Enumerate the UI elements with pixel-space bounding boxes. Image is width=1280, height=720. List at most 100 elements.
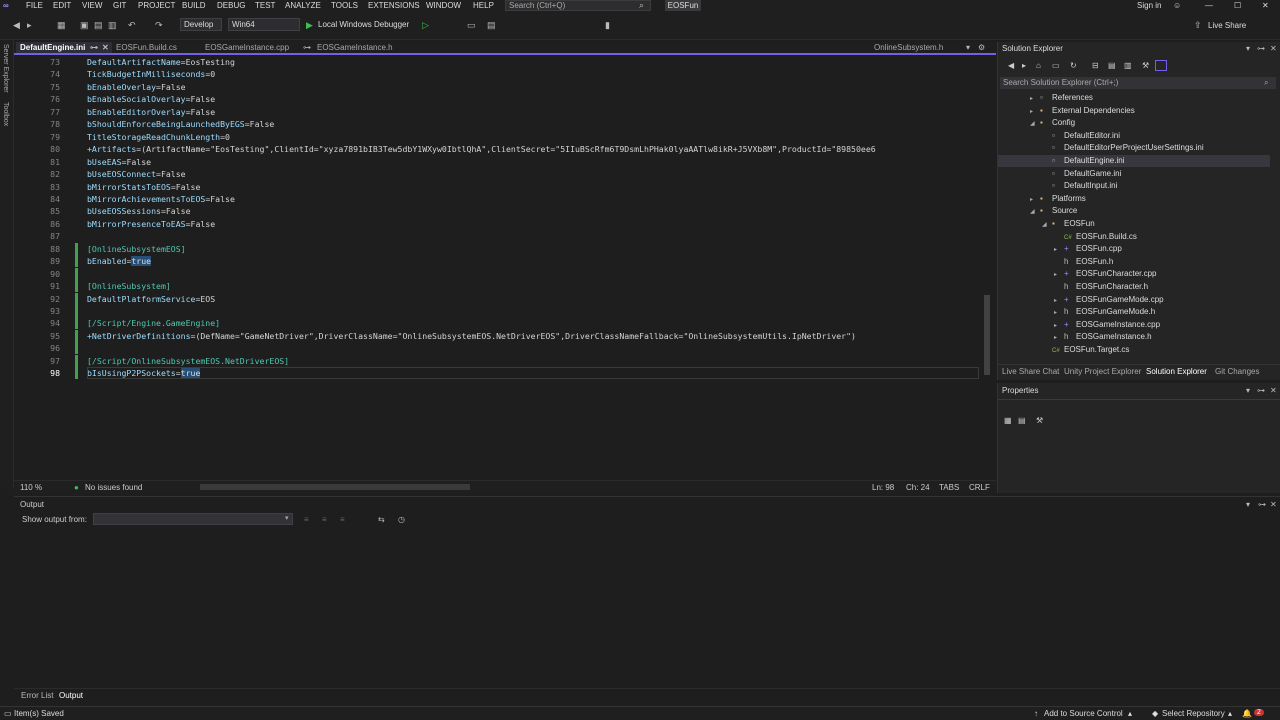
tab-live-share-chat[interactable]: Live Share Chat [1002,367,1059,376]
tree-expander-icon[interactable]: ▸ [1054,332,1064,344]
tree-node[interactable]: ▸ + EOSFun.cpp [998,243,1270,255]
pin-icon[interactable]: ⊶ [303,42,311,53]
tree-node[interactable]: ◢ ▪ Config [998,117,1270,129]
tree-node[interactable]: ▸ ▪ Platforms [998,193,1270,205]
properties-icon[interactable]: ▥ [1124,61,1132,70]
tab-eosfun-build-cs[interactable]: EOSFun.Build.cs [112,42,198,53]
prev-message-icon[interactable]: ≡ [322,515,327,524]
tab-list-icon[interactable]: ▾ [966,43,970,52]
switch-views-icon[interactable]: ▭ [1052,61,1060,70]
tree-node[interactable]: ◢ ▪ Source [998,205,1270,217]
code-line[interactable]: 93 [14,305,980,317]
eol-indicator[interactable]: CRLF [969,483,990,492]
search-icon[interactable]: ⌕ [1264,77,1268,89]
wrench-icon[interactable]: ⚒ [1142,61,1149,70]
tree-node[interactable]: ▸ + EOSFunCharacter.cpp [998,268,1270,280]
word-wrap-icon[interactable]: ⇆ [378,515,385,524]
save-icon[interactable]: ▤ [94,20,103,31]
pin-icon[interactable]: ⊶ [1258,500,1266,509]
tree-node[interactable]: ▫ DefaultEditor.ini [998,130,1270,142]
account-icon[interactable]: ☺ [1173,1,1181,10]
close-panel-icon[interactable]: ✕ [1270,500,1277,509]
tree-node[interactable]: ▸ ▪ External Dependencies [998,105,1270,117]
start-without-debug-icon[interactable]: ▷ [422,20,429,31]
home-icon[interactable]: ⌂ [1036,61,1041,70]
preview-icon[interactable] [1155,60,1167,71]
code-line[interactable]: 77 bEnableEditorOverlay=False [14,106,980,118]
code-line[interactable]: 81 bUseEAS=False [14,156,980,168]
notification-count[interactable]: 2 [1254,709,1264,716]
redo-icon[interactable]: ↷ [155,20,163,31]
code-line[interactable]: 96 [14,342,980,355]
menu-project[interactable]: PROJECT [138,1,175,10]
tree-node[interactable]: ▫ DefaultInput.ini [998,180,1270,192]
menu-build[interactable]: BUILD [182,1,206,10]
dropdown-icon[interactable]: ▾ [1246,42,1250,56]
tab-error-list[interactable]: Error List [21,691,53,700]
save-all-icon[interactable]: ▥ [108,20,117,31]
menu-analyze[interactable]: ANALYZE [285,1,321,10]
code-line[interactable]: 74 TickBudgetInMilliseconds=0 [14,68,980,80]
tree-expander-icon[interactable]: ▸ [1030,93,1040,105]
tree-expander-icon[interactable]: ◢ [1030,118,1040,130]
categorized-icon[interactable]: ▦ [1004,416,1012,425]
menu-edit[interactable]: EDIT [53,1,71,10]
code-line[interactable]: 78 bShouldEnforceBeingLaunchedByEGS=False [14,118,980,130]
code-line[interactable]: 87 [14,230,980,242]
tree-node[interactable]: C# EOSFun.Build.cs [998,231,1270,243]
tab-eosgameinstance-h[interactable]: EOSGameInstance.h [313,42,409,53]
solution-search-input[interactable]: Search Solution Explorer (Ctrl+;) ⌕ [1000,77,1276,89]
vertical-scrollbar[interactable] [982,55,992,480]
undo-icon[interactable]: ↶ [128,20,136,31]
clear-output-icon[interactable]: ≡ [304,515,309,524]
tree-node[interactable]: ▸ + EOSGameInstance.cpp [998,319,1270,331]
wrench-icon[interactable]: ⚒ [1036,416,1043,425]
tree-node[interactable]: ▫ DefaultEngine.ini [998,155,1270,167]
code-line[interactable]: 86 bMirrorPresenceToEAS=False [14,218,980,230]
add-source-control-button[interactable]: Add to Source Control [1044,709,1123,718]
tree-node[interactable]: ▫ DefaultGame.ini [998,168,1270,180]
close-window-icon[interactable]: ✕ [1262,1,1269,10]
pin-icon[interactable]: ⊶ [1257,42,1265,56]
code-line[interactable]: 84 bMirrorAchievementsToEOS=False [14,193,980,205]
tree-node[interactable]: ▸ + EOSFunGameMode.cpp [998,294,1270,306]
menu-test[interactable]: TEST [255,1,275,10]
tree-expander-icon[interactable]: ▸ [1054,295,1064,307]
code-editor[interactable]: 73 DefaultArtifactName=EosTesting 74 TickBu… [14,55,996,480]
code-line[interactable]: 91 [OnlineSubsystem] [14,280,980,293]
dropdown-icon[interactable]: ▾ [1246,386,1250,395]
code-line[interactable]: 79 TitleStorageReadChunkLength=0 [14,131,980,143]
config-select[interactable]: Develop [180,18,222,31]
open-folder-icon[interactable]: ▣ [80,20,89,31]
toolbar-tool-icon-2[interactable]: ▤ [487,20,496,31]
tree-node[interactable]: ▸ h EOSGameInstance.h [998,331,1270,343]
timestamp-icon[interactable]: ◷ [398,515,405,524]
code-line[interactable]: 82 bUseEOSConnect=False [14,168,980,180]
notification-bell-icon[interactable]: 🔔 [1242,709,1252,718]
tree-node[interactable]: ▫ DefaultEditorPerProjectUserSettings.ini [998,142,1270,154]
code-line[interactable]: 94 [/Script/Engine.GameEngine] [14,317,980,330]
pin-icon[interactable]: ⊶ [1257,386,1265,395]
show-all-files-icon[interactable]: ▤ [1108,61,1116,70]
select-repository-button[interactable]: Select Repository [1162,709,1225,718]
back-icon[interactable]: ◀ [13,20,20,31]
menu-window[interactable]: WINDOW [426,1,461,10]
collapse-all-icon[interactable]: ⊟ [1092,61,1099,70]
tree-expander-icon[interactable]: ▸ [1030,194,1040,206]
new-project-icon[interactable]: ▦ [57,20,66,31]
menu-file[interactable]: FILE [26,1,43,10]
menu-git[interactable]: GIT [113,1,126,10]
code-line[interactable]: 76 bEnableSocialOverlay=False [14,93,980,105]
tab-git-changes[interactable]: Git Changes [1215,367,1259,376]
live-share-button[interactable]: Live Share [1208,21,1246,30]
code-line[interactable]: 83 bMirrorStatsToEOS=False [14,181,980,193]
output-source-select[interactable]: ▾ [93,513,293,525]
vs-logo-icon[interactable]: ∞ [3,1,9,10]
code-line[interactable]: 95 +NetDriverDefinitions=(DefName="GameNe… [14,329,980,342]
minimize-icon[interactable]: — [1205,1,1213,10]
dropdown-icon[interactable]: ▾ [1246,500,1250,509]
menu-debug[interactable]: DEBUG [217,1,245,10]
tab-solution-explorer[interactable]: Solution Explorer [1146,367,1207,376]
forward-icon[interactable]: ▸ [1022,61,1026,70]
tree-node[interactable]: C# EOSFun.Target.cs [998,344,1270,356]
